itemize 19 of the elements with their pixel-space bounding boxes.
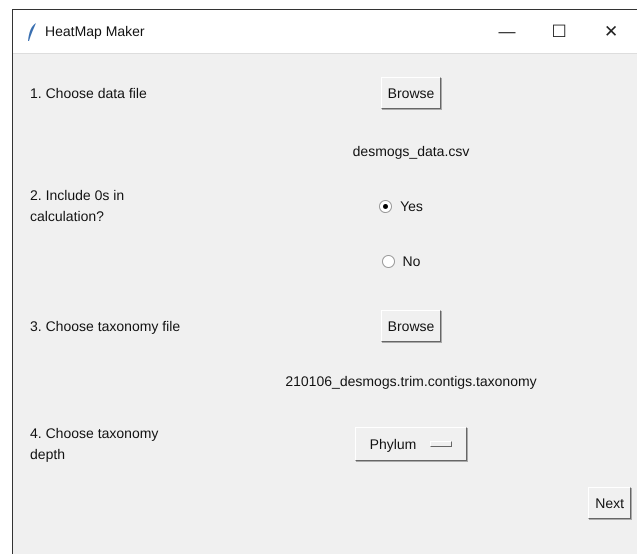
window-title: HeatMap Maker xyxy=(45,22,145,41)
field-label: 2. Include 0s in calculation? xyxy=(30,187,124,224)
file-name: 210106_desmogs.trim.contigs.taxonomy xyxy=(285,372,537,391)
minimize-button[interactable]: — xyxy=(481,18,533,44)
feather-icon xyxy=(27,22,37,42)
field-label: 1. Choose data file xyxy=(30,84,147,100)
radio-label: Yes xyxy=(400,196,423,216)
browse-button[interactable]: Browse xyxy=(380,310,442,342)
file-name: desmogs_data.csv xyxy=(352,142,470,161)
maximize-button[interactable]: ☐ xyxy=(533,18,585,44)
next-button[interactable]: Next xyxy=(588,487,631,519)
browse-button[interactable]: Browse xyxy=(380,77,442,109)
radio-button[interactable] xyxy=(379,200,392,212)
close-button[interactable]: ✕ xyxy=(585,18,637,44)
radio-label: No xyxy=(402,252,420,270)
option-menu[interactable]: Phylum xyxy=(354,427,468,461)
radio-button[interactable] xyxy=(382,254,395,268)
field-label: 4. Choose taxonomy depth xyxy=(30,425,158,462)
field-label: 3. Choose taxonomy file xyxy=(30,318,180,334)
